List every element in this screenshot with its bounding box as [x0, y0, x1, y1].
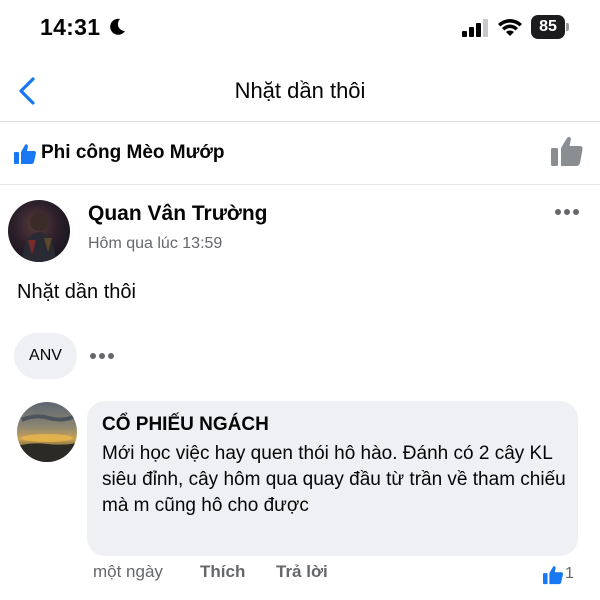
comment-like-count[interactable]: 1 [565, 565, 574, 583]
nav-bar: Nhặt dần thôi [0, 60, 600, 122]
comment-avatar[interactable] [17, 402, 77, 462]
page-title: Nhặt dần thôi [234, 78, 366, 103]
more-icon[interactable] [554, 207, 580, 217]
post-text: Nhặt dần thôi [17, 281, 136, 303]
moon-icon [110, 18, 125, 35]
comment-text: Mới học việc hay quen thói hô hào. Đánh … [102, 443, 566, 516]
reactions-row[interactable]: Phi công Mèo Mướp [0, 123, 600, 185]
comment-timestamp: một ngày [93, 562, 163, 581]
post-timestamp: Hôm qua lúc 13:59 [88, 235, 223, 252]
reactor-name: Phi công Mèo Mướp [41, 142, 225, 163]
more-icon[interactable] [89, 351, 115, 361]
thumbs-up-icon[interactable] [550, 135, 584, 167]
thumbs-up-icon [14, 144, 36, 164]
like-button[interactable]: Thích [200, 562, 276, 582]
reactor-chip[interactable]: ANV [14, 333, 77, 379]
battery-level: 85 [531, 15, 565, 39]
battery-indicator: 85 [531, 15, 569, 39]
battery-tip [566, 23, 569, 31]
comment-bubble[interactable]: CỔ PHIẾU NGÁCH Mới học việc hay quen thó… [87, 401, 578, 556]
wifi-icon [498, 19, 522, 36]
comment-author[interactable]: CỔ PHIẾU NGÁCH [102, 414, 269, 436]
avatar[interactable] [8, 200, 70, 262]
comment-actions: một ngày Thích Trả lời [93, 562, 328, 582]
status-bar: 14:31 85 [0, 0, 600, 58]
post-author[interactable]: Quan Vân Trường [88, 202, 267, 226]
status-time: 14:31 [40, 14, 101, 40]
reply-button[interactable]: Trả lời [276, 562, 328, 582]
signal-icon [462, 19, 488, 37]
avatar-image [22, 213, 56, 262]
thumbs-up-icon [543, 566, 563, 585]
avatar-image [17, 414, 77, 462]
